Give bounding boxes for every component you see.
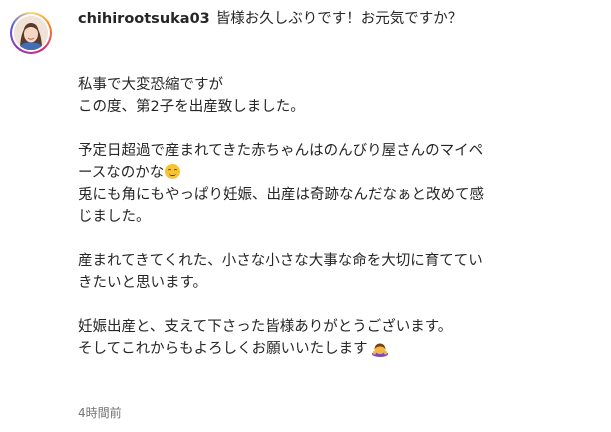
caption-text: ースなのかな	[78, 165, 165, 181]
caption-line-11: そしてこれからもよろしくお願いいたします	[78, 338, 603, 364]
smiling-face-emoji-icon	[165, 164, 181, 179]
avatar-border	[12, 14, 50, 52]
caption-line-4: 予定日超過で産まれてきた赤ちゃんはのんびり屋さんのマイペ	[78, 143, 484, 159]
post-caption: chihirootsuka03 皆様お久しぶりです！お元気ですか？ 私事で大変恐縮…	[78, 8, 603, 364]
person-bowing-emoji-icon	[371, 341, 389, 364]
instagram-post-caption: chihirootsuka03 皆様お久しぶりです！お元気ですか？ 私事で大変恐縮…	[0, 0, 611, 432]
caption-line-10: 妊娠出産と、支えて下さった皆様ありがとうございます。	[78, 319, 453, 335]
avatar[interactable]	[10, 12, 52, 54]
caption-line-9: きたいと思います。	[78, 275, 208, 291]
caption-line-2: 私事で大変恐縮ですが	[78, 77, 223, 93]
caption-text: そしてこれからもよろしくお願いいたします	[78, 341, 368, 357]
caption-line-5: ースなのかな	[78, 162, 603, 184]
avatar-photo	[14, 16, 48, 50]
caption-text: 皆様お久しぶりです！お元気ですか？	[215, 11, 463, 27]
caption-line-8: 産まれてきてくれた、小さな小さな大事な命を大切に育ててい	[78, 253, 483, 269]
caption-line-1: chihirootsuka03 皆様お久しぶりです！お元気ですか？	[78, 8, 603, 30]
username-link[interactable]: chihirootsuka03	[78, 11, 210, 27]
post-timestamp[interactable]: 4時間前	[78, 404, 122, 421]
caption-line-7: じました。	[78, 209, 151, 225]
caption-line-3: この度、第2子を出産致しました。	[78, 99, 305, 115]
caption-line-6: 兎にも角にもやっぱり妊娠、出産は奇跡なんだなぁと改めて感	[78, 187, 484, 203]
